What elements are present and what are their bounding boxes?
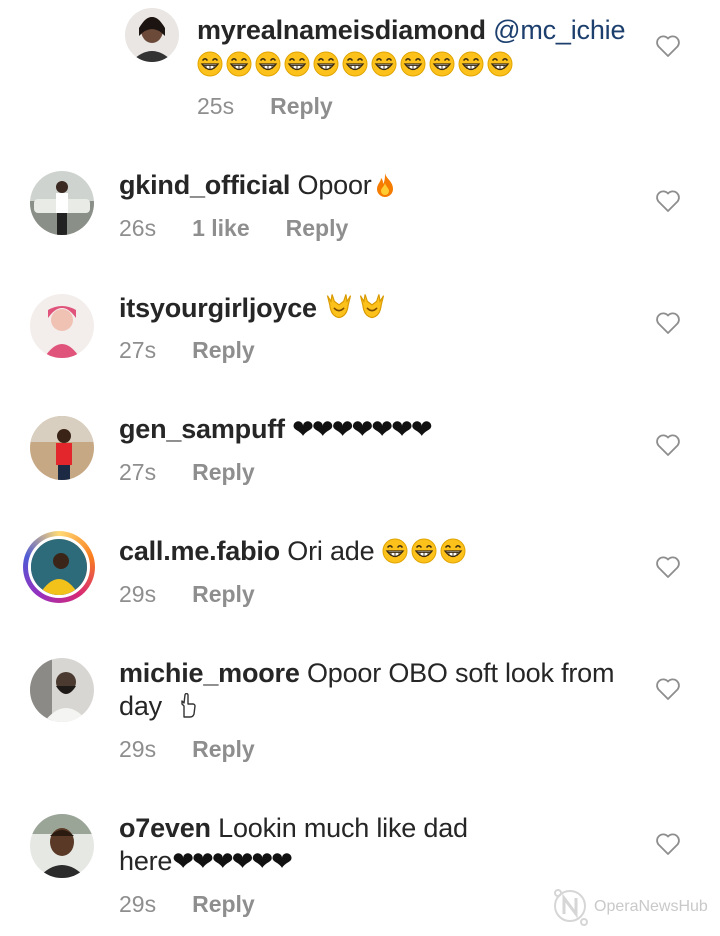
comment-meta: 29s Reply (119, 891, 291, 918)
comment-text: gkind_official Opoor (119, 169, 401, 202)
hearts-emoji: ❤❤❤❤❤❤❤ (292, 414, 432, 444)
raised-hands-icon (327, 294, 352, 319)
username[interactable]: myrealnameisdiamond (197, 15, 486, 45)
comment-text: gen_sampuff ❤❤❤❤❤❤❤ (119, 413, 433, 446)
reply-button[interactable]: Reply (192, 459, 255, 485)
watermark: OperaNewsHub (548, 884, 718, 930)
comment-body: Opoor OBO soft look from (306, 658, 615, 688)
reply-button[interactable]: Reply (192, 581, 255, 607)
timestamp: 29s (119, 736, 157, 762)
like-heart-icon[interactable] (655, 34, 681, 58)
like-heart-icon[interactable] (655, 433, 681, 457)
story-ring-avatar[interactable] (23, 531, 95, 603)
grin-emoji-icon (284, 51, 310, 77)
comment-text: michie_moore Opoor OBO soft look from da… (119, 657, 639, 723)
comment-meta: 27s Reply (119, 337, 291, 364)
grin-emoji-icon (371, 51, 397, 77)
avatar[interactable] (30, 171, 94, 235)
like-heart-icon[interactable] (655, 677, 681, 701)
comment-body-cont: here (119, 846, 173, 876)
reply-button[interactable]: Reply (270, 93, 333, 119)
comment-meta: 26s 1 like Reply (119, 215, 384, 242)
likes-count[interactable]: 1 like (192, 215, 250, 241)
reply-button[interactable]: Reply (192, 891, 255, 917)
avatar[interactable] (30, 814, 94, 878)
grin-emoji-icon (400, 51, 426, 77)
timestamp: 25s (197, 93, 235, 119)
username[interactable]: michie_moore (119, 658, 300, 688)
like-heart-icon[interactable] (655, 555, 681, 579)
pointing-hand-icon (181, 693, 196, 718)
comment-body: Lookin much like dad (218, 813, 468, 843)
comment-body: Ori ade (287, 536, 375, 566)
username[interactable]: gen_sampuff (119, 414, 285, 444)
reply-button[interactable]: Reply (192, 736, 255, 762)
timestamp: 27s (119, 337, 157, 363)
emoji-row (382, 536, 469, 566)
emoji-row (324, 293, 390, 323)
like-heart-icon[interactable] (655, 189, 681, 213)
watermark-text: OperaNewsHub (594, 898, 708, 915)
reply-button[interactable]: Reply (286, 215, 349, 241)
comment-meta: 29s Reply (119, 736, 291, 763)
like-heart-icon[interactable] (655, 832, 681, 856)
grin-emoji-icon (197, 51, 223, 77)
raised-hands-icon (360, 294, 385, 319)
username[interactable]: itsyourgirljoyce (119, 293, 317, 323)
grin-emoji-icon (487, 51, 513, 77)
comment-meta: 29s Reply (119, 581, 291, 608)
grin-emoji-icon (342, 51, 368, 77)
avatar[interactable] (125, 8, 179, 62)
comment-body: Opoor (297, 170, 372, 200)
comment-body-cont: day (119, 691, 162, 721)
grin-emoji-icon (458, 51, 484, 77)
comment-meta: 25s Reply (197, 93, 369, 120)
grin-emoji-icon (313, 51, 339, 77)
grin-emoji-icon (440, 538, 466, 564)
opera-news-logo-icon (554, 889, 588, 926)
username[interactable]: o7even (119, 813, 211, 843)
timestamp: 26s (119, 215, 157, 241)
username[interactable]: call.me.fabio (119, 536, 280, 566)
avatar[interactable] (30, 658, 94, 722)
username[interactable]: gkind_official (119, 170, 290, 200)
avatar[interactable] (30, 416, 94, 480)
grin-emoji-icon (255, 51, 281, 77)
grin-emoji-icon (429, 51, 455, 77)
grin-emoji-icon (411, 538, 437, 564)
timestamp: 29s (119, 891, 157, 917)
comment-meta: 27s Reply (119, 459, 291, 486)
grin-emoji-icon (226, 51, 252, 77)
emoji-row (197, 48, 516, 81)
timestamp: 29s (119, 581, 157, 607)
fire-icon (376, 173, 393, 197)
timestamp: 27s (119, 459, 157, 485)
like-heart-icon[interactable] (655, 311, 681, 335)
comment-text: o7even Lookin much like dad here❤❤❤❤❤❤ (119, 812, 639, 878)
grin-emoji-icon (382, 538, 408, 564)
avatar[interactable] (30, 294, 94, 358)
comment-text: myrealnameisdiamond @mc_ichie (197, 14, 625, 47)
comment-text: call.me.fabio Ori ade (119, 535, 469, 568)
mention-link[interactable]: @mc_ichie (493, 15, 625, 45)
hearts-emoji: ❤❤❤❤❤❤ (172, 846, 293, 876)
comment-text: itsyourgirljoyce (119, 291, 390, 325)
reply-button[interactable]: Reply (192, 337, 255, 363)
